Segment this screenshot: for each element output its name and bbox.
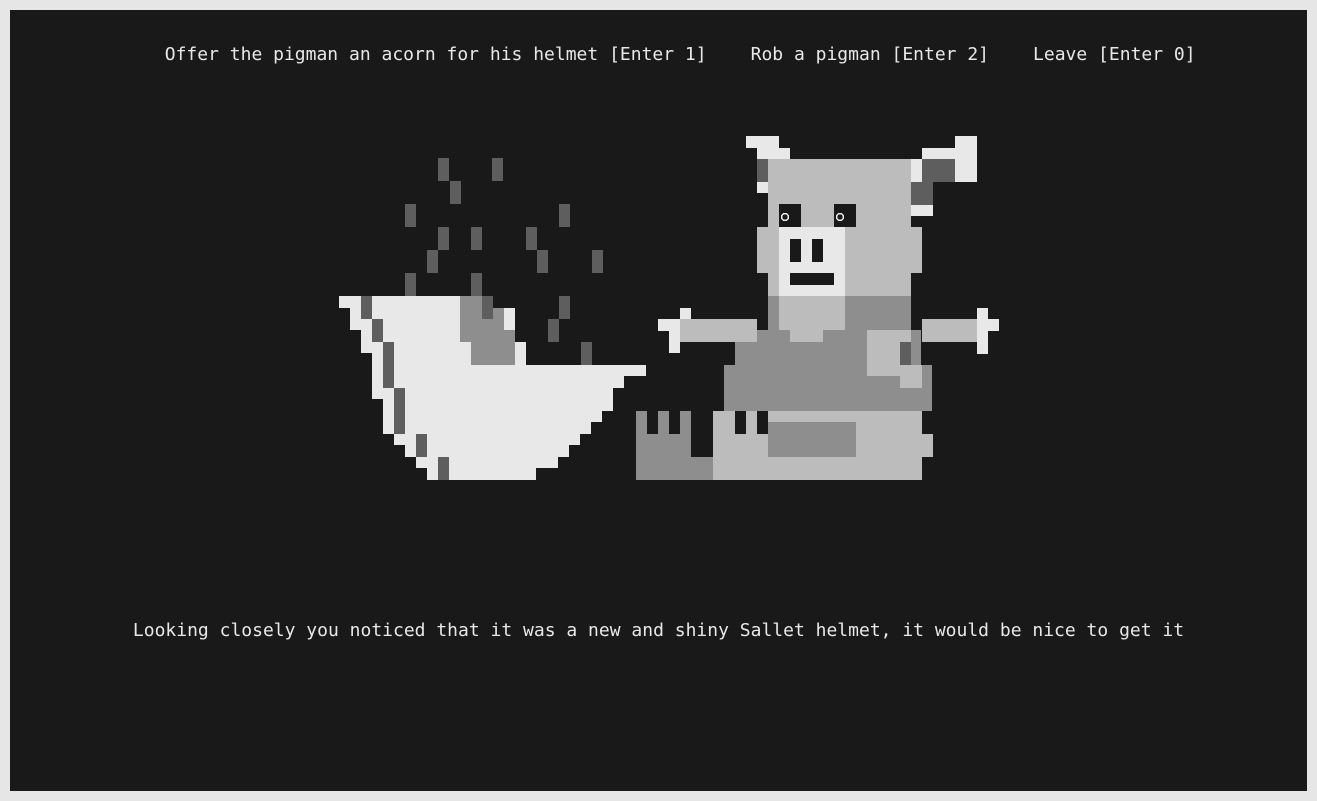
- narration-text: Looking closely you noticed that it was …: [132, 620, 1185, 641]
- snout-icon: [779, 227, 845, 296]
- scene-art: [339, 136, 999, 480]
- helmet-icon: [339, 158, 646, 480]
- game-screen: Offer the pigman an acorn for his helmet…: [10, 10, 1307, 791]
- pigman-icon: [636, 136, 999, 480]
